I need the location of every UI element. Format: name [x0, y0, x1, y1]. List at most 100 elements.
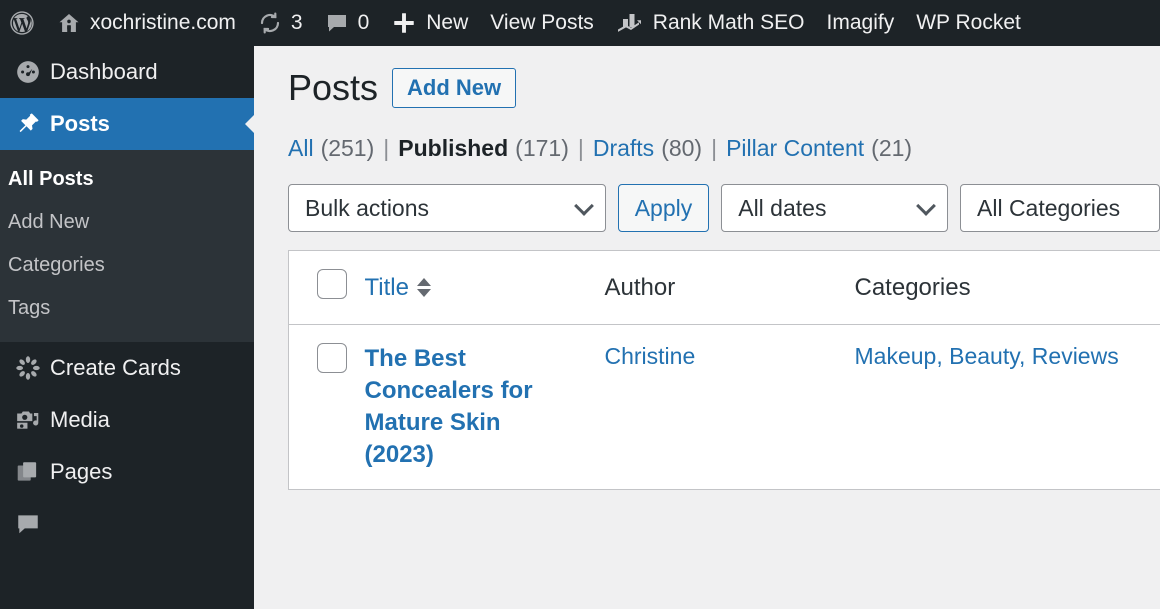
posts-table-body: The Best Concealers for Mature Skin (202…: [288, 324, 1160, 490]
category-filter-select[interactable]: All Categories: [960, 184, 1160, 232]
wordpress-logo-menu[interactable]: [0, 0, 46, 46]
header-author-cell: Author: [604, 250, 855, 325]
category-link-beauty[interactable]: Beauty: [949, 343, 1019, 369]
dashboard-gauge-icon: [6, 59, 50, 85]
sort-by-title-link[interactable]: Title: [365, 274, 431, 302]
sidebar-item-label: Create Cards: [50, 355, 181, 380]
row-select-cell: [288, 324, 365, 490]
column-header-author: Author: [604, 273, 676, 301]
updates-menu[interactable]: 3: [247, 0, 314, 46]
sidebar-item-label: Posts: [50, 111, 110, 136]
row-categories-cell: Makeup, Beauty, Reviews: [854, 324, 1160, 490]
home-icon: [57, 11, 81, 35]
submenu-item-tags[interactable]: Tags: [0, 287, 254, 330]
sidebar-item-pages[interactable]: Pages: [0, 446, 254, 498]
new-content-label: New: [426, 11, 469, 34]
comment-bubble-icon: [325, 11, 349, 35]
imagify-menu[interactable]: Imagify: [816, 0, 906, 46]
status-count-pillar-content: (21): [871, 135, 913, 161]
status-separator: |: [711, 135, 718, 161]
admin-sidebar-menu: Dashboard Posts All Posts Add New Catego…: [0, 46, 254, 609]
page-header: Posts Add New: [288, 68, 1160, 108]
posts-submenu: All Posts Add New Categories Tags: [0, 150, 254, 342]
submenu-item-label: Tags: [8, 297, 51, 319]
rank-math-seo-menu[interactable]: Rank Math SEO: [605, 0, 816, 46]
pages-icon: [6, 459, 50, 485]
table-header-row: Title Author Categories: [288, 250, 1160, 325]
apply-button[interactable]: Apply: [617, 184, 710, 232]
select-all-checkbox[interactable]: [317, 269, 347, 299]
updates-count: 3: [290, 11, 303, 34]
date-filter-select[interactable]: All dates: [721, 184, 948, 232]
sidebar-item-label: Media: [50, 407, 110, 432]
row-title-cell: The Best Concealers for Mature Skin (202…: [364, 324, 605, 490]
media-camera-music-icon: [6, 407, 50, 433]
status-link-pillar-content[interactable]: Pillar Content: [726, 135, 864, 162]
wp-rocket-label: WP Rocket: [916, 11, 1021, 34]
update-refresh-icon: [258, 11, 282, 35]
header-select-all-cell: [288, 250, 365, 325]
pin-icon: [6, 111, 50, 137]
column-header-categories: Categories: [854, 273, 971, 301]
page-title: Posts: [288, 67, 379, 109]
post-categories-list: Makeup, Beauty, Reviews: [855, 343, 1119, 369]
chevron-down-icon: [573, 196, 594, 216]
row-checkbox[interactable]: [317, 343, 347, 373]
flower-sparkle-icon: [6, 355, 50, 381]
status-separator: |: [383, 135, 390, 161]
post-title-link[interactable]: The Best Concealers for Mature Skin (202…: [365, 343, 545, 471]
plus-icon: [391, 10, 417, 36]
posts-page-wrap: Posts Add New All (251) | Published (171…: [254, 46, 1160, 490]
comments-menu[interactable]: 0: [314, 0, 381, 46]
admin-bar: xochristine.com 3 0 New View Posts Rank …: [0, 0, 1160, 46]
submenu-item-label: All Posts: [8, 168, 94, 190]
sidebar-item-label: Pages: [50, 459, 113, 484]
submenu-item-label: Add New: [8, 211, 90, 233]
sidebar-item-media[interactable]: Media: [0, 394, 254, 446]
table-row: The Best Concealers for Mature Skin (202…: [288, 324, 1160, 490]
comment-bubble-icon: [6, 511, 50, 537]
status-link-all[interactable]: All: [288, 135, 314, 162]
submenu-item-categories[interactable]: Categories: [0, 244, 254, 287]
column-header-title: Title: [364, 273, 409, 301]
comments-count: 0: [357, 11, 370, 34]
apply-label: Apply: [634, 194, 693, 221]
chevron-down-icon: [916, 196, 936, 216]
status-separator: |: [577, 135, 584, 161]
category-link-makeup[interactable]: Makeup: [855, 343, 937, 369]
sidebar-item-dashboard[interactable]: Dashboard: [0, 46, 254, 98]
rank-math-chart-icon: [616, 11, 644, 35]
sidebar-item-create-cards[interactable]: Create Cards: [0, 342, 254, 394]
sidebar-item-posts[interactable]: Posts: [0, 98, 254, 150]
site-name-menu[interactable]: xochristine.com: [46, 0, 247, 46]
status-link-published[interactable]: Published: [398, 135, 508, 162]
post-author-link[interactable]: Christine: [605, 343, 696, 369]
posts-table: Title Author Categories The Best Conceal…: [288, 250, 1160, 490]
row-author-cell: Christine: [604, 324, 855, 490]
table-navigation-top: Bulk actions Apply All dates All Categor…: [288, 184, 1160, 232]
main-content-area: Posts Add New All (251) | Published (171…: [254, 46, 1160, 609]
date-filter-value: All dates: [738, 194, 827, 221]
status-count-all: (251): [320, 135, 375, 161]
status-count-published: (171): [515, 135, 569, 161]
submenu-item-add-new[interactable]: Add New: [0, 201, 254, 244]
status-link-drafts[interactable]: Drafts: [593, 135, 654, 162]
category-separator: ,: [936, 343, 950, 369]
add-new-button[interactable]: Add New: [392, 68, 517, 108]
header-title-cell: Title: [364, 250, 605, 325]
submenu-item-all-posts[interactable]: All Posts: [0, 158, 254, 201]
sidebar-item-label: Dashboard: [50, 59, 158, 84]
sort-arrows-icon: [416, 278, 431, 297]
category-filter-value: All Categories: [977, 194, 1121, 221]
sidebar-item-comments-partial[interactable]: [0, 498, 254, 550]
view-posts-menu[interactable]: View Posts: [479, 0, 605, 46]
status-count-drafts: (80): [661, 135, 703, 161]
new-content-menu[interactable]: New: [380, 0, 479, 46]
header-categories-cell: Categories: [854, 250, 1160, 325]
wp-rocket-menu[interactable]: WP Rocket: [905, 0, 1032, 46]
category-link-reviews[interactable]: Reviews: [1032, 343, 1119, 369]
bulk-actions-select[interactable]: Bulk actions: [288, 184, 606, 232]
category-separator: ,: [1019, 343, 1032, 369]
site-name-label: xochristine.com: [90, 11, 236, 34]
imagify-label: Imagify: [826, 11, 895, 34]
